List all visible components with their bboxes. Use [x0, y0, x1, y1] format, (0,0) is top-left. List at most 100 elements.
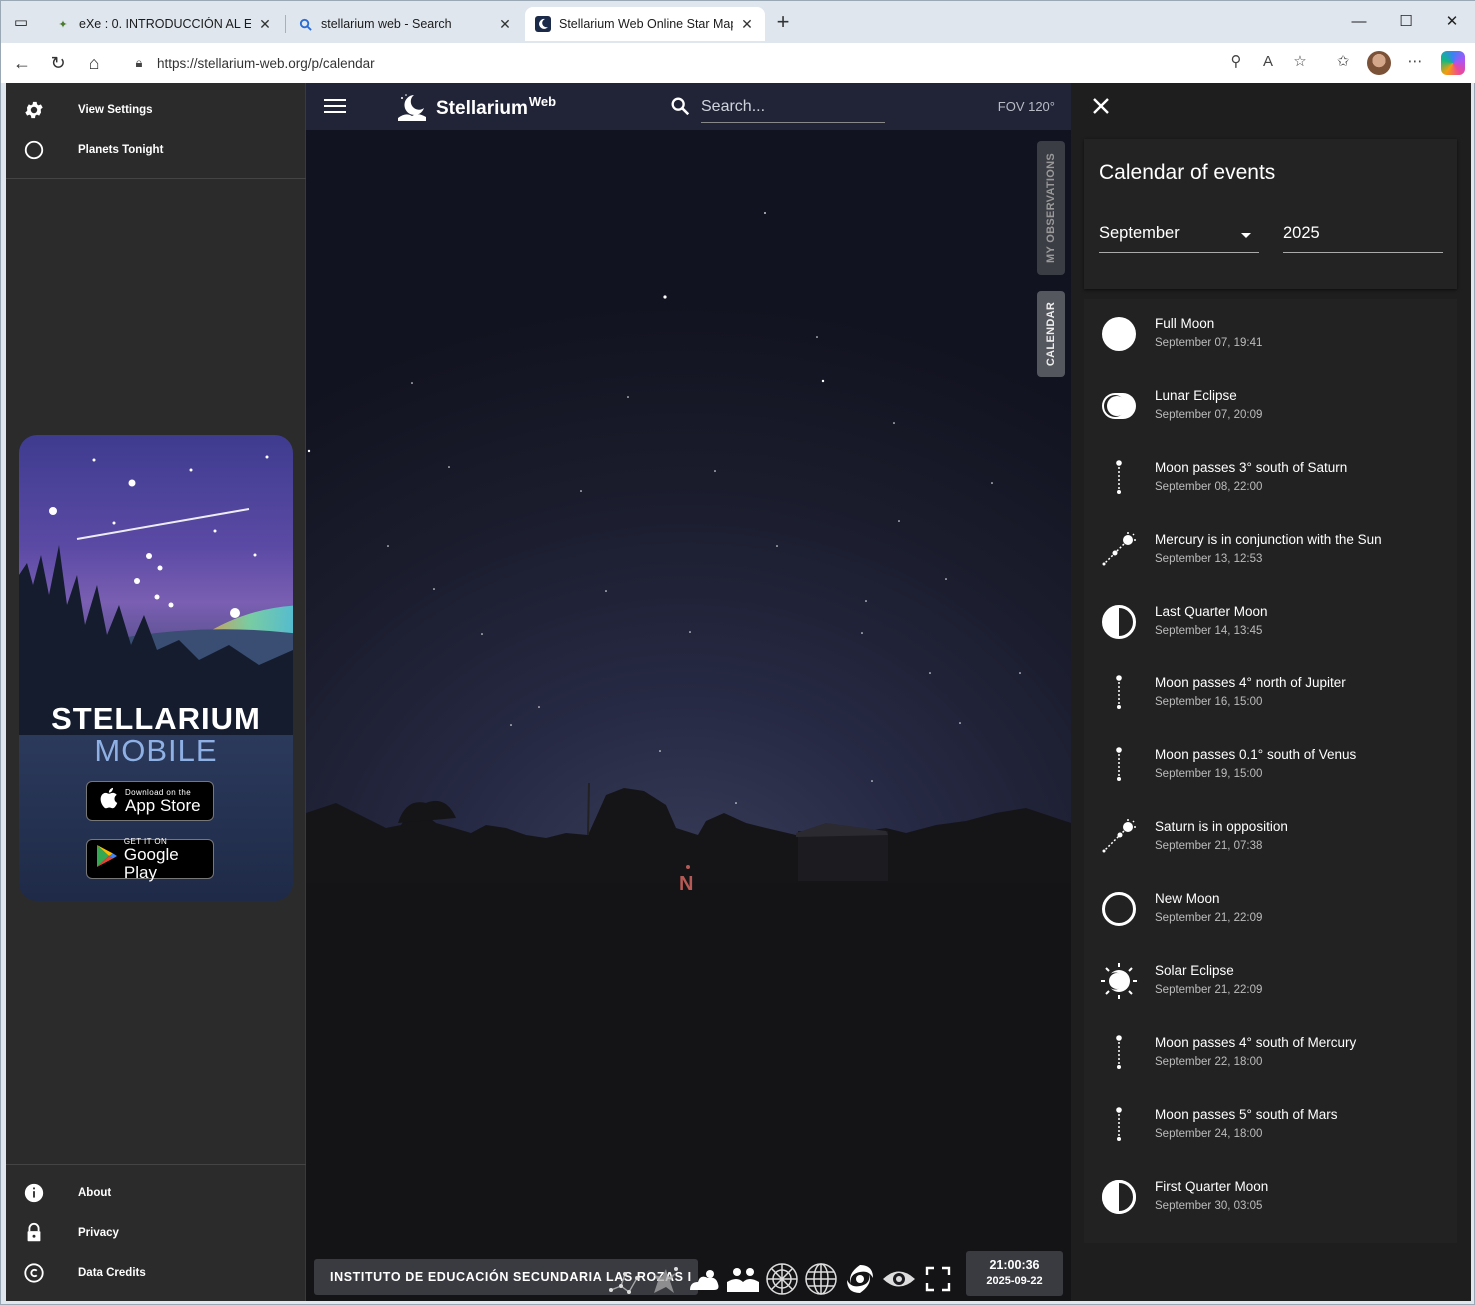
- events-list: Full Moon September 07, 19:41 Lunar Ecli…: [1084, 299, 1457, 1243]
- event-item[interactable]: Mercury is in conjunction with the Sun S…: [1084, 515, 1457, 587]
- event-item[interactable]: Moon passes 5° south of Mars September 2…: [1084, 1090, 1457, 1162]
- sky-view[interactable]: StellariumWeb FOV 120° MY OBSERVATIONS C…: [306, 83, 1071, 1301]
- azimuthal-grid-icon[interactable]: [762, 1259, 801, 1299]
- event-item[interactable]: Moon passes 4° south of Mercury Septembe…: [1084, 1018, 1457, 1090]
- time-readout: 21:00:36: [989, 1258, 1040, 1272]
- calendar-panel: Calendar of events September 2025 Full M…: [1071, 83, 1471, 1301]
- event-item[interactable]: Lunar Eclipse September 07, 20:09: [1084, 371, 1457, 443]
- stellarium-mobile-promo[interactable]: STELLARIUM MOBILE Download on the App St…: [19, 435, 293, 901]
- copyright-icon: [22, 1261, 46, 1285]
- site-info-icon[interactable]: 🔒︎: [125, 55, 153, 71]
- read-aloud-icon[interactable]: A: [1257, 51, 1279, 73]
- search-input[interactable]: [701, 91, 885, 123]
- event-item[interactable]: First Quarter Moon September 30, 03:05: [1084, 1162, 1457, 1234]
- tab-exe[interactable]: ✦ eXe : 0. INTRODUCCIÓN AL ESTUDIO ✕: [45, 7, 283, 41]
- event-item[interactable]: Saturn is in opposition September 21, 07…: [1084, 802, 1457, 874]
- drawer-item-privacy[interactable]: Privacy: [6, 1213, 306, 1253]
- tab-actions-icon[interactable]: ▭: [11, 13, 31, 33]
- constellation-art-icon[interactable]: [645, 1259, 684, 1299]
- stars: [307, 212, 1021, 804]
- drawer-divider: [6, 1164, 306, 1165]
- google-play-button[interactable]: GET IT ON Google Play: [86, 837, 214, 881]
- event-item[interactable]: Moon passes 4° north of Jupiter Septembe…: [1084, 658, 1457, 730]
- copilot-icon[interactable]: [1441, 51, 1465, 75]
- solar-eclipse-icon: [1101, 963, 1137, 999]
- more-menu-icon[interactable]: ⋯: [1404, 51, 1426, 73]
- new-tab-icon[interactable]: +: [771, 11, 795, 35]
- search-icon: [297, 16, 313, 32]
- drawer-divider: [6, 178, 306, 179]
- home-icon[interactable]: ⌂: [82, 51, 106, 75]
- constellation-lines-icon[interactable]: [606, 1259, 645, 1299]
- event-item[interactable]: Moon passes 0.1° south of Venus Septembe…: [1084, 730, 1457, 802]
- fullscreen-icon[interactable]: [918, 1259, 957, 1299]
- close-icon[interactable]: [1089, 94, 1113, 118]
- first-quarter-moon-icon: [1102, 1180, 1136, 1214]
- promo-title: STELLARIUM: [51, 701, 261, 736]
- caret-down-icon: [1241, 233, 1251, 238]
- location-pin-icon[interactable]: ⚲: [1225, 51, 1247, 73]
- tab-close-icon[interactable]: ✕: [739, 16, 755, 33]
- fov-readout: FOV 120°: [997, 99, 1055, 114]
- browser-window: ▭ ✦ eXe : 0. INTRODUCCIÓN AL ESTUDIO ✕ s…: [0, 0, 1475, 1305]
- apple-icon: [93, 786, 123, 816]
- menu-icon[interactable]: [324, 95, 346, 117]
- conjunction-vertical-icon: [1116, 675, 1122, 709]
- search-icon[interactable]: [669, 95, 691, 117]
- gear-icon: [22, 98, 46, 122]
- stellarium-logo-icon: [398, 94, 426, 121]
- equatorial-grid-icon[interactable]: [801, 1259, 840, 1299]
- tab-stellarium[interactable]: Stellarium Web Online Star Map ✕: [525, 7, 765, 41]
- tab-bar: ▭ ✦ eXe : 0. INTRODUCCIÓN AL ESTUDIO ✕ s…: [1, 1, 1475, 43]
- drawer-item-data-credits[interactable]: Data Credits: [6, 1253, 306, 1293]
- drawer-item-planets-tonight[interactable]: Planets Tonight: [6, 130, 306, 170]
- tab-close-icon[interactable]: ✕: [257, 16, 273, 33]
- favorites-icon[interactable]: ✩: [1332, 51, 1354, 73]
- sky-scene: [306, 212, 1071, 1301]
- back-icon[interactable]: ←: [10, 51, 34, 75]
- address-bar: ← ↻ ⌂ 🔒︎ https://stellarium-web.org/p/ca…: [1, 43, 1475, 83]
- event-item[interactable]: New Moon September 21, 22:09: [1084, 874, 1457, 946]
- eye-icon[interactable]: [879, 1259, 918, 1299]
- deep-sky-objects-icon[interactable]: [840, 1259, 879, 1299]
- event-item[interactable]: Solar Eclipse September 21, 22:09: [1084, 946, 1457, 1018]
- url-field[interactable]: 🔒︎ https://stellarium-web.org/p/calendar: [119, 48, 1319, 78]
- last-quarter-moon-icon: [1102, 605, 1136, 639]
- drawer-item-view-settings[interactable]: View Settings: [6, 90, 306, 130]
- sun-conjunction-icon: [1102, 532, 1136, 566]
- date-time-button[interactable]: 21:00:36 2025-09-22: [966, 1251, 1063, 1296]
- tab-title: stellarium web - Search: [321, 17, 452, 31]
- conjunction-vertical-icon: [1116, 747, 1122, 781]
- top-toolbar: StellariumWeb FOV 120°: [306, 83, 1071, 130]
- landscape-icon[interactable]: [723, 1259, 762, 1299]
- app-store-button[interactable]: Download on the App Store: [86, 781, 214, 821]
- tab-search[interactable]: stellarium web - Search ✕: [287, 7, 523, 41]
- lock-icon: [22, 1221, 46, 1245]
- minimize-icon[interactable]: —: [1343, 9, 1375, 35]
- stellarium-icon: [535, 16, 551, 32]
- drawer-item-about[interactable]: About: [6, 1173, 306, 1213]
- lunar-eclipse-icon: [1102, 393, 1136, 419]
- event-item[interactable]: Last Quarter Moon September 14, 13:45: [1084, 587, 1457, 659]
- year-input[interactable]: 2025: [1283, 221, 1443, 253]
- window-close-icon[interactable]: ✕: [1436, 9, 1468, 35]
- reload-icon[interactable]: ↻: [46, 51, 70, 75]
- promo-illustration: [19, 455, 293, 735]
- brand-name: StellariumWeb: [436, 94, 557, 119]
- profile-avatar[interactable]: [1367, 51, 1391, 75]
- maximize-icon[interactable]: ☐: [1390, 9, 1422, 35]
- event-item[interactable]: Full Moon September 07, 19:41: [1084, 299, 1457, 371]
- conjunction-vertical-icon: [1116, 1035, 1122, 1069]
- tab-my-observations[interactable]: MY OBSERVATIONS: [1037, 141, 1065, 275]
- event-item[interactable]: Moon passes 3° south of Saturn September…: [1084, 443, 1457, 515]
- tab-close-icon[interactable]: ✕: [497, 16, 513, 33]
- conjunction-vertical-icon: [1116, 1107, 1122, 1141]
- calendar-title: Calendar of events: [1099, 161, 1276, 184]
- favorite-star-icon[interactable]: ☆: [1289, 51, 1311, 73]
- tab-divider: [285, 15, 286, 33]
- tab-title: eXe : 0. INTRODUCCIÓN AL ESTUDIO: [79, 17, 251, 31]
- tab-calendar[interactable]: CALENDAR: [1037, 291, 1065, 377]
- month-select[interactable]: September: [1099, 221, 1259, 253]
- cardinal-north-label: N: [679, 873, 694, 895]
- atmosphere-icon[interactable]: [684, 1259, 723, 1299]
